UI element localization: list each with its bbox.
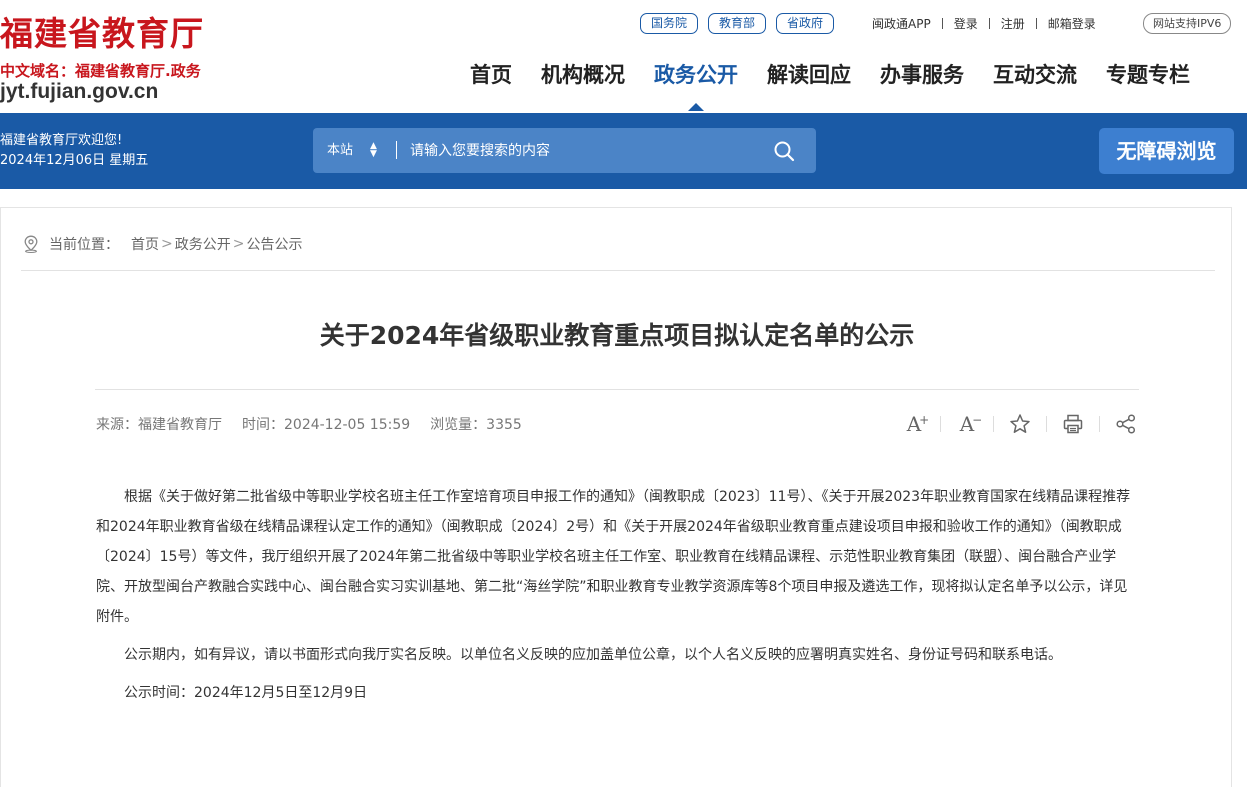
font-decrease-icon[interactable]: A − bbox=[954, 411, 982, 437]
nav-interpretation[interactable]: 解读回应 bbox=[767, 58, 851, 92]
site-url: jyt.fujian.gov.cn bbox=[0, 80, 159, 103]
divider bbox=[988, 18, 990, 29]
login-link[interactable]: 登录 bbox=[954, 15, 978, 32]
link-mzt-app[interactable]: 闽政通APP bbox=[872, 15, 931, 32]
register-link[interactable]: 注册 bbox=[1001, 15, 1025, 32]
ipv6-badge: 网站支持IPV6 bbox=[1143, 13, 1232, 34]
divider bbox=[1099, 416, 1100, 432]
quick-links: 国务院 教育部 省政府 bbox=[640, 13, 835, 34]
article-paragraph: 公示期内，如有异议，请以书面形式向我厅实名反映。以单位名义反映的应加盖单位公章，… bbox=[124, 647, 1062, 663]
divider bbox=[95, 389, 1139, 390]
font-increase-icon[interactable]: A + bbox=[901, 411, 929, 437]
search-icon[interactable] bbox=[773, 140, 795, 162]
search-input[interactable] bbox=[410, 128, 760, 173]
link-state-council[interactable]: 国务院 bbox=[640, 13, 699, 34]
search-box: 本站 ▲ ▼ bbox=[313, 128, 816, 173]
current-date: 2024年12月06日 星期五 bbox=[0, 153, 149, 168]
nav-gov-affairs[interactable]: 政务公开 bbox=[654, 58, 738, 111]
breadcrumb-gov-affairs[interactable]: 政务公开 bbox=[175, 234, 231, 254]
breadcrumb-separator: > bbox=[232, 236, 245, 252]
article-paragraph: 公示时间：2024年12月5日至12月9日 bbox=[124, 685, 368, 701]
divider bbox=[21, 270, 1215, 271]
link-provincial-gov[interactable]: 省政府 bbox=[776, 13, 835, 34]
welcome-text: 福建省教育厅欢迎您! bbox=[0, 133, 123, 148]
breadcrumb: 当前位置： 首页 > 政务公开 > 公告公示 bbox=[23, 234, 302, 254]
mail-login-link[interactable]: 邮箱登录 bbox=[1048, 15, 1096, 32]
site-header: 福建省教育厅 中文域名：福建省教育厅.政务 jyt.fujian.gov.cn … bbox=[0, 0, 1247, 113]
accessibility-button[interactable]: 无障碍浏览 bbox=[1099, 128, 1234, 174]
welcome-block: 福建省教育厅欢迎您! 2024年12月06日 星期五 bbox=[0, 131, 148, 171]
divider bbox=[941, 18, 943, 29]
active-caret bbox=[688, 103, 704, 111]
divider bbox=[993, 416, 994, 432]
share-icon[interactable] bbox=[1113, 411, 1139, 437]
breadcrumb-announcements[interactable]: 公告公示 bbox=[246, 234, 302, 254]
nav-gov-affairs-label: 政务公开 bbox=[654, 63, 738, 87]
link-ministry-education[interactable]: 教育部 bbox=[708, 13, 767, 34]
article-source: 来源：福建省教育厅 bbox=[96, 417, 222, 433]
main-nav: 首页 机构概况 政务公开 解读回应 办事服务 互动交流 专题专栏 bbox=[470, 58, 1190, 111]
article-meta: 来源：福建省教育厅 时间：2024-12-05 15:59 浏览量：3355 bbox=[96, 414, 542, 434]
nav-services[interactable]: 办事服务 bbox=[880, 58, 964, 92]
nav-home[interactable]: 首页 bbox=[470, 58, 512, 92]
star-icon[interactable] bbox=[1007, 411, 1033, 437]
search-scope-select[interactable]: 本站 bbox=[327, 142, 353, 159]
location-icon bbox=[23, 235, 39, 253]
nav-about[interactable]: 机构概况 bbox=[541, 58, 625, 92]
breadcrumb-separator: > bbox=[161, 236, 173, 252]
breadcrumb-label: 当前位置： bbox=[49, 237, 119, 253]
site-logo-title[interactable]: 福建省教育厅 bbox=[0, 14, 204, 54]
search-bar-band: 福建省教育厅欢迎您! 2024年12月06日 星期五 本站 ▲▼ 无障碍浏览 bbox=[0, 113, 1247, 189]
article-body: 根据《关于做好第二批省级中等职业学校名班主任工作室培育项目申报工作的通知》（闽教… bbox=[96, 482, 1141, 716]
article-paragraph: 根据《关于做好第二批省级中等职业学校名班主任工作室培育项目申报工作的通知》（闽教… bbox=[96, 489, 1131, 625]
updown-arrow-icon[interactable]: ▲ ▼ bbox=[370, 142, 377, 159]
article-time: 时间：2024-12-05 15:59 bbox=[242, 417, 411, 433]
article-views: 浏览量：3355 bbox=[430, 417, 522, 433]
nav-topics[interactable]: 专题专栏 bbox=[1106, 58, 1190, 92]
article-container: 当前位置： 首页 > 政务公开 > 公告公示 关于2024年省级职业教育重点项目… bbox=[0, 207, 1232, 787]
article-title: 关于2024年省级职业教育重点项目拟认定名单的公示 bbox=[319, 321, 915, 350]
divider bbox=[396, 141, 397, 159]
breadcrumb-home[interactable]: 首页 bbox=[131, 234, 159, 254]
divider bbox=[1035, 18, 1037, 29]
divider bbox=[940, 416, 941, 432]
article-tools: A + A − bbox=[901, 411, 1139, 437]
print-icon[interactable] bbox=[1060, 411, 1086, 437]
nav-interaction[interactable]: 互动交流 bbox=[993, 58, 1077, 92]
top-links: 闽政通APP 登录 注册 邮箱登录 bbox=[872, 15, 1096, 32]
divider bbox=[1046, 416, 1047, 432]
site-domain-label: 中文域名：福建省教育厅.政务 bbox=[0, 62, 201, 80]
